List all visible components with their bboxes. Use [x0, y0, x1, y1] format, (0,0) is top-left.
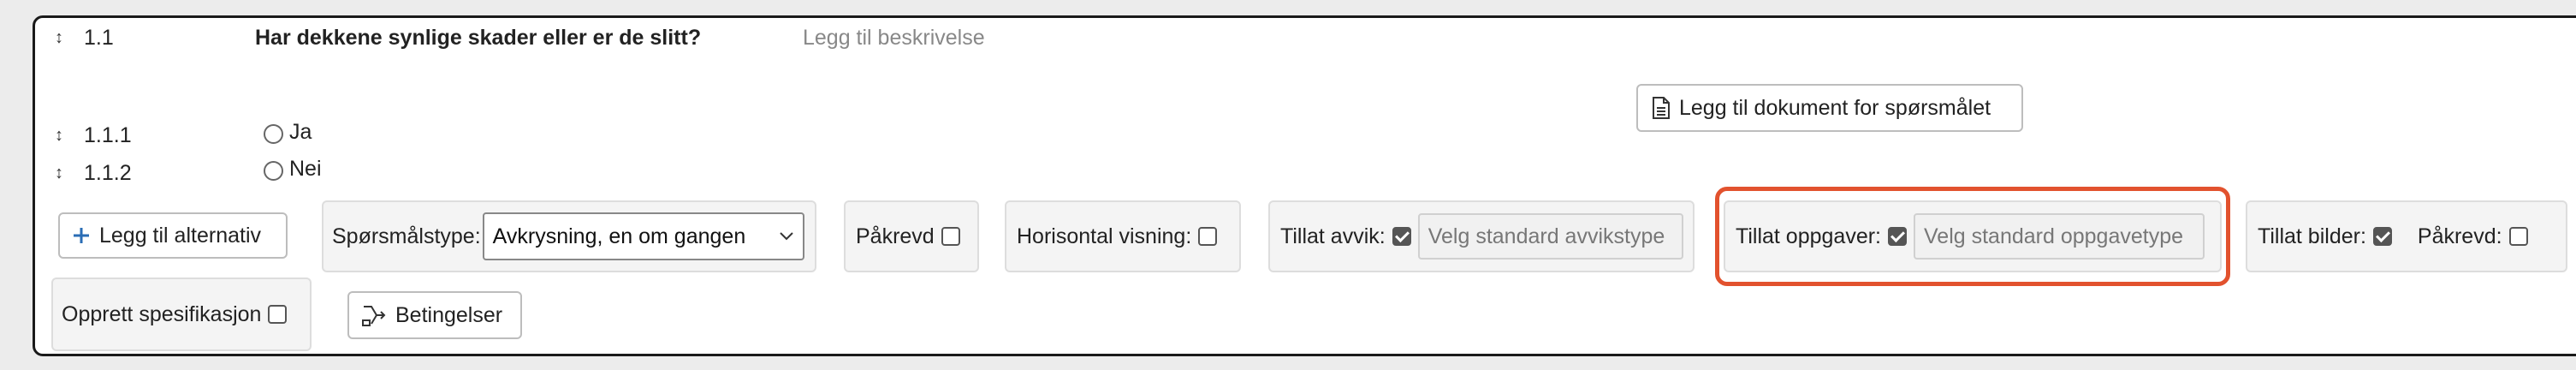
drag-handle-icon[interactable]: ↕: [55, 29, 63, 46]
question-type-select[interactable]: Avkrysning, en om gangen: [482, 212, 804, 260]
plus-icon: [72, 226, 91, 245]
option-radio[interactable]: [264, 124, 283, 144]
drag-handle-icon[interactable]: ↕: [55, 127, 63, 144]
allow-images-checkbox[interactable]: [2372, 227, 2392, 246]
required-checkbox[interactable]: [941, 227, 960, 246]
allow-deviation-label: Tillat avvik:: [1280, 224, 1386, 248]
horizontal-checkbox[interactable]: [1198, 227, 1218, 246]
allow-tasks-checkbox[interactable]: [1888, 227, 1907, 246]
document-icon: [1652, 96, 1671, 120]
question-type-label: Spørsmålstype:: [332, 224, 481, 248]
horizontal-group: Horisontal visning:: [1005, 200, 1241, 272]
deviation-type-placeholder: Velg standard avvikstype: [1427, 224, 1665, 248]
option-radio[interactable]: [264, 161, 283, 181]
option-label[interactable]: Nei: [289, 157, 322, 182]
images-group: Tillat bilder: Påkrevd:: [2246, 200, 2567, 272]
allow-tasks-group: Tillat oppgaver: Velg standard oppgavety…: [1724, 200, 2222, 272]
deviation-type-picker[interactable]: Velg standard avvikstype: [1417, 213, 1683, 260]
question-title-suffix: ?: [687, 26, 702, 50]
create-specification-label: Opprett spesifikasjon: [62, 301, 262, 326]
question-title[interactable]: Har dekkene synlige skader eller er de s…: [255, 26, 701, 51]
question-number: 1.1: [84, 26, 114, 50]
option-number: 1.1.1: [84, 123, 132, 147]
add-option-button[interactable]: Legg til alternativ: [58, 212, 288, 259]
images-required-label: Påkrevd:: [2417, 224, 2502, 248]
horizontal-label: Horisontal visning:: [1017, 224, 1192, 248]
allow-deviation-group: Tillat avvik: Velg standard avvikstype: [1268, 200, 1695, 272]
question-type-value: Avkrysning, en om gangen: [492, 224, 746, 248]
branch-icon: [361, 303, 387, 327]
add-document-button[interactable]: Legg til dokument for spørsmålet: [1636, 84, 2023, 132]
add-option-label: Legg til alternativ: [99, 223, 262, 248]
task-type-placeholder: Velg standard oppgavetype: [1924, 224, 2184, 248]
images-required-checkbox[interactable]: [2508, 227, 2528, 246]
chevron-down-icon: [779, 231, 794, 242]
conditions-label: Betingelser: [395, 302, 503, 327]
option-label[interactable]: Ja: [289, 120, 312, 145]
create-specification-group: Opprett spesifikasjon: [51, 278, 312, 351]
question-title-text: Har dekkene synlige skader eller er de s…: [255, 26, 688, 50]
required-label: Påkrevd: [856, 224, 935, 248]
allow-deviation-checkbox[interactable]: [1392, 227, 1411, 246]
option-number: 1.1.2: [84, 161, 132, 185]
conditions-button[interactable]: Betingelser: [347, 291, 522, 339]
description-input[interactable]: Legg til beskrivelse: [803, 26, 985, 51]
required-group: Påkrevd: [844, 200, 979, 272]
drag-handle-icon[interactable]: ↕: [55, 164, 63, 182]
create-specification-checkbox[interactable]: [268, 305, 288, 324]
task-type-picker[interactable]: Velg standard oppgavetype: [1914, 213, 2205, 260]
allow-tasks-label: Tillat oppgaver:: [1736, 224, 1881, 248]
allow-images-label: Tillat bilder:: [2258, 224, 2366, 248]
question-type-group: Spørsmålstype: Avkrysning, en om gangen: [322, 200, 816, 272]
add-document-label: Legg til dokument for spørsmålet: [1679, 95, 1991, 120]
